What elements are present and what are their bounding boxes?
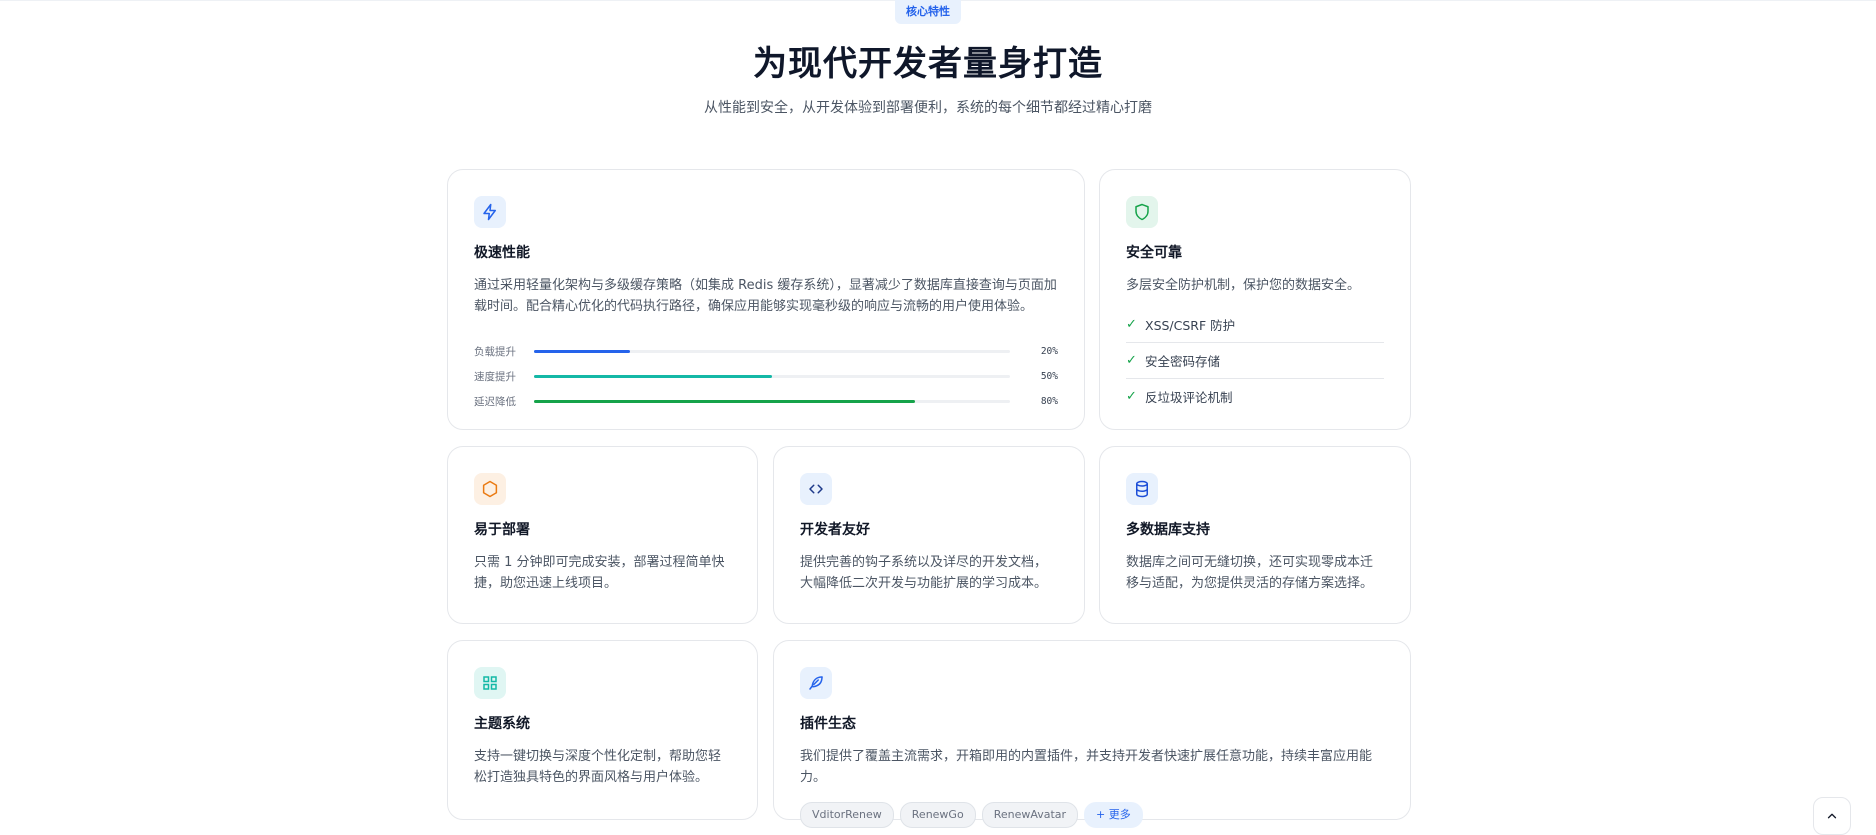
feature-description: 我们提供了覆盖主流需求，开箱即用的内置插件，并支持开发者快速扩展任意功能，持续丰…	[800, 749, 1373, 785]
feature-description: 数据库之间可无缝切换，还可实现零成本迁移与适配，为您提供灵活的存储方案选择。	[1126, 555, 1374, 591]
more-plugins-button[interactable]: + 更多	[1084, 802, 1143, 828]
plugin-tag[interactable]: RenewGo	[899, 802, 976, 828]
metric-row: 速度提升 50%	[474, 364, 1058, 389]
check-icon: ✓	[1126, 317, 1137, 332]
metrics-list: 负载提升 20% 速度提升 50% 延迟降低 80%	[474, 339, 1058, 414]
section-title: 为现代开发者量身打造	[753, 44, 1103, 84]
metric-value: 50%	[1040, 371, 1058, 382]
list-item: ✓ XSS/CSRF 防护	[1126, 307, 1384, 343]
plugin-tag[interactable]: RenewAvatar	[981, 802, 1079, 828]
feature-title: 插件生态	[800, 716, 856, 732]
check-icon: ✓	[1126, 353, 1137, 368]
section-subtitle: 从性能到安全，从开发体验到部署便利，系统的每个细节都经过精心打磨	[704, 100, 1152, 116]
metric-label: 延迟降低	[474, 396, 516, 408]
feature-card-performance: 极速性能 通过采用轻量化架构与多级缓存策略（如集成 Redis 缓存系统），显著…	[447, 169, 1085, 430]
check-icon: ✓	[1126, 389, 1137, 404]
code-icon	[800, 473, 832, 505]
feature-description: 支持一键切换与深度个性化定制，帮助您轻松打造独具特色的界面风格与用户体验。	[474, 749, 722, 785]
feature-title: 多数据库支持	[1126, 522, 1210, 538]
metric-fill	[534, 375, 773, 378]
feature-title: 极速性能	[474, 245, 530, 261]
feature-title: 主题系统	[474, 716, 530, 732]
list-item-label: 反垃圾评论机制	[1145, 390, 1233, 405]
feather-icon	[800, 667, 832, 699]
feature-card-security: 安全可靠 多层安全防护机制，保护您的数据安全。 ✓ XSS/CSRF 防护 ✓ …	[1099, 169, 1411, 430]
list-item: ✓ 反垃圾评论机制	[1126, 379, 1384, 414]
feature-description: 只需 1 分钟即可完成安装，部署过程简单快捷，助您迅速上线项目。	[474, 555, 725, 591]
feature-title: 易于部署	[474, 522, 530, 538]
metric-track	[534, 350, 1011, 353]
plugin-tag[interactable]: VditorRenew	[800, 802, 894, 828]
feature-description: 通过采用轻量化架构与多级缓存策略（如集成 Redis 缓存系统），显著减少了数据…	[474, 278, 1057, 314]
shield-icon	[1126, 196, 1158, 228]
metric-label: 速度提升	[474, 371, 516, 383]
feature-title: 安全可靠	[1126, 245, 1182, 261]
feature-card-database: 多数据库支持 数据库之间可无缝切换，还可实现零成本迁移与适配，为您提供灵活的存储…	[1099, 446, 1411, 624]
feature-card-theme: 主题系统 支持一键切换与深度个性化定制，帮助您轻松打造独具特色的界面风格与用户体…	[447, 640, 758, 820]
feature-description: 多层安全防护机制，保护您的数据安全。	[1126, 278, 1361, 293]
metric-row: 延迟降低 80%	[474, 389, 1058, 414]
feature-card-plugins: 插件生态 我们提供了覆盖主流需求，开箱即用的内置插件，并支持开发者快速扩展任意功…	[773, 640, 1411, 828]
list-item: ✓ 安全密码存储	[1126, 343, 1384, 379]
database-icon	[1126, 473, 1158, 505]
feature-description: 提供完善的钩子系统以及详尽的开发文档，大幅降低二次开发与功能扩展的学习成本。	[800, 555, 1048, 591]
list-item-label: 安全密码存储	[1145, 354, 1221, 369]
metric-track	[534, 400, 1011, 403]
metric-fill	[534, 400, 916, 403]
feature-card-developer: 开发者友好 提供完善的钩子系统以及详尽的开发文档，大幅降低二次开发与功能扩展的学…	[773, 446, 1085, 624]
metric-row: 负载提升 20%	[474, 339, 1058, 364]
metric-value: 20%	[1040, 346, 1058, 357]
grid-icon	[474, 667, 506, 699]
metric-label: 负载提升	[474, 346, 516, 358]
plugin-tags: VditorRenew RenewGo RenewAvatar + 更多	[800, 802, 1384, 828]
lightning-icon	[474, 196, 506, 228]
list-item-label: XSS/CSRF 防护	[1145, 318, 1236, 333]
scroll-to-top-button[interactable]	[1813, 797, 1851, 835]
metric-track	[534, 375, 1011, 378]
security-list: ✓ XSS/CSRF 防护 ✓ 安全密码存储 ✓ 反垃圾评论机制	[1126, 307, 1384, 414]
section-badge: 核心特性	[895, 0, 961, 24]
metric-fill	[534, 350, 630, 353]
chevron-up-icon	[1827, 813, 1837, 819]
feature-card-deploy: 易于部署 只需 1 分钟即可完成安装，部署过程简单快捷，助您迅速上线项目。	[447, 446, 758, 624]
feature-title: 开发者友好	[800, 522, 870, 538]
hexagon-icon	[474, 473, 506, 505]
metric-value: 80%	[1040, 396, 1058, 407]
